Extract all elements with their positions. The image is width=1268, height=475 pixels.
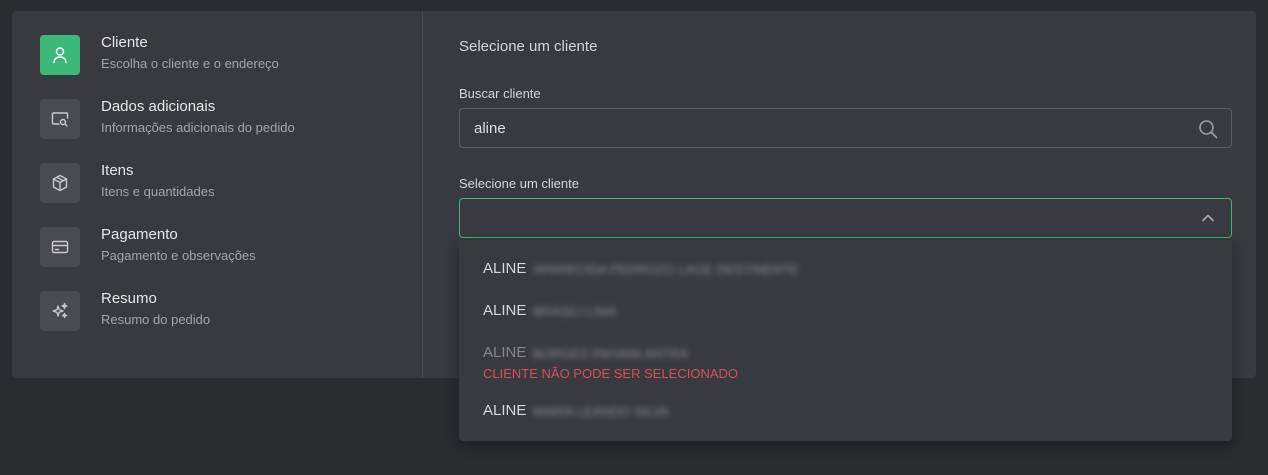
client-option[interactable]: ALINE BRASILI LIMA bbox=[459, 302, 1232, 322]
step-subtitle: Itens e quantidades bbox=[101, 184, 215, 199]
client-option-rest-name-blurred: MARIA LEANDO SILVA bbox=[533, 404, 670, 419]
client-option[interactable]: ALINE APARECIDA PEDROZO LAGE DESTINENTE bbox=[459, 260, 1232, 280]
search-label: Buscar cliente bbox=[459, 86, 541, 101]
search-window-icon bbox=[40, 99, 80, 139]
section-title: Selecione um cliente bbox=[459, 38, 598, 55]
client-option-disabled: ALINE BORGES PAIVANI ANTRA CLIENTE NÃO P… bbox=[459, 344, 1232, 384]
client-option-first-name: ALINE bbox=[483, 402, 527, 419]
sparkles-icon bbox=[40, 291, 80, 331]
step-title: Resumo bbox=[101, 290, 157, 307]
client-option-first-name: ALINE bbox=[483, 302, 527, 319]
select-label: Selecione um cliente bbox=[459, 176, 579, 191]
step-title: Cliente bbox=[101, 34, 148, 51]
step-subtitle: Informações adicionais do pedido bbox=[101, 120, 295, 135]
client-option[interactable]: ALINE MARIA LEANDO SILVA bbox=[459, 402, 1232, 422]
chevron-up-icon bbox=[1202, 214, 1214, 222]
step-title: Itens bbox=[101, 162, 134, 179]
step-title: Pagamento bbox=[101, 226, 178, 243]
client-dropdown-list: ALINE APARECIDA PEDROZO LAGE DESTINENTE … bbox=[459, 240, 1232, 441]
step-itens[interactable]: Itens Itens e quantidades bbox=[40, 162, 410, 205]
step-resumo[interactable]: Resumo Resumo do pedido bbox=[40, 290, 410, 333]
client-option-rest-name-blurred: BRASILI LIMA bbox=[533, 304, 617, 319]
step-title: Dados adicionais bbox=[101, 98, 216, 115]
step-subtitle: Resumo do pedido bbox=[101, 312, 211, 327]
search-field bbox=[459, 108, 1232, 148]
client-option-rest-name-blurred: BORGES PAIVANI ANTRA bbox=[533, 346, 689, 361]
client-option-first-name: ALINE bbox=[483, 260, 527, 277]
step-dados-adicionais[interactable]: Dados adicionais Informações adicionais … bbox=[40, 98, 410, 141]
step-pagamento[interactable]: Pagamento Pagamento e observações bbox=[40, 226, 410, 269]
step-subtitle: Pagamento e observações bbox=[101, 248, 256, 263]
credit-card-icon bbox=[40, 227, 80, 267]
user-icon bbox=[40, 35, 80, 75]
client-option-rest-name-blurred: APARECIDA PEDROZO LAGE DESTINENTE bbox=[533, 262, 799, 277]
search-input[interactable] bbox=[460, 109, 1180, 147]
client-option-first-name: ALINE bbox=[483, 344, 527, 361]
client-select[interactable] bbox=[459, 198, 1232, 238]
client-option-error: CLIENTE NÃO PODE SER SELECIONADO bbox=[483, 366, 739, 381]
search-icon[interactable] bbox=[1197, 118, 1219, 140]
step-subtitle: Escolha o cliente e o endereço bbox=[101, 56, 279, 71]
steps-sidebar: Cliente Escolha o cliente e o endereço D… bbox=[12, 11, 423, 378]
box-icon bbox=[40, 163, 80, 203]
step-cliente[interactable]: Cliente Escolha o cliente e o endereço bbox=[40, 34, 410, 77]
